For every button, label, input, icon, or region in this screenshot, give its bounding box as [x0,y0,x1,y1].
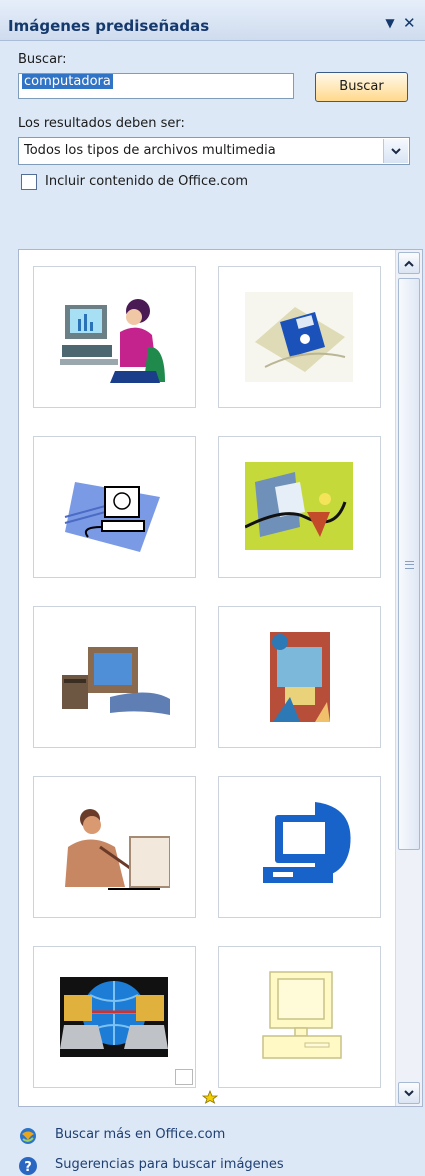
clipart-thumbnail[interactable] [218,606,381,748]
desktop-computer-icon [62,647,170,715]
svg-text:?: ? [24,1160,32,1175]
animation-star-icon [175,1069,218,1104]
pane-options-arrow-icon[interactable]: ▼ [382,15,398,31]
media-type-select[interactable]: Todos los tipos de archivos multimedia [18,137,410,165]
media-type-value: Todos los tipos de archivos multimedia [24,143,276,158]
clipart-thumbnail[interactable] [218,776,381,918]
scroll-grip-icon [405,561,414,569]
blue-computer-icon [263,802,351,883]
clipart-thumbnail[interactable] [218,946,381,1088]
help-icon: ? [19,1157,37,1175]
computer-collage-icon [270,632,330,722]
man-at-computer-icon [65,809,170,890]
search-tips-link[interactable]: Sugerencias para buscar imágenes [55,1157,284,1172]
scroll-up-button[interactable] [398,252,420,274]
yellow-computer-icon [262,971,342,1059]
woman-at-computer-icon [60,299,165,383]
computer-cable-icon [245,462,353,550]
clipart-thumbnail[interactable] [218,436,381,578]
include-office-label: Incluir contenido de Office.com [45,174,249,189]
results-grid [18,249,423,1107]
clipart-thumbnail[interactable] [33,606,196,748]
search-label: Buscar: [18,52,67,67]
floppy-disk-icon [245,292,353,382]
close-icon[interactable]: ✕ [403,15,419,31]
clipart-thumbnail[interactable] [33,436,196,578]
panel-title: Imágenes prediseñadas [8,17,210,35]
scroll-thumb[interactable] [398,278,420,850]
search-button[interactable]: Buscar [315,72,408,102]
office-online-icon [20,1128,36,1144]
results-scrollbar[interactable] [395,250,422,1106]
globe-laptops-icon [60,977,168,1057]
clipart-thumbnail[interactable] [218,266,381,408]
search-more-office-link[interactable]: Buscar más en Office.com [55,1127,225,1142]
include-office-checkbox[interactable] [21,174,37,190]
clipart-thumbnail[interactable] [33,266,196,408]
chevron-down-icon[interactable] [383,139,408,163]
results-type-label: Los resultados deben ser: [18,116,185,131]
search-input-value: computadora [22,74,113,89]
clipart-thumbnail[interactable] [33,946,218,1104]
network-computer-icon [64,482,160,552]
clipart-thumbnail[interactable] [33,776,196,918]
scroll-down-button[interactable] [398,1082,420,1104]
chevron-down-icon [404,1089,414,1096]
task-pane-titlebar: Imágenes prediseñadas ▼ ✕ [0,0,425,41]
chevron-up-icon [404,260,414,267]
search-input[interactable]: computadora [18,73,294,99]
